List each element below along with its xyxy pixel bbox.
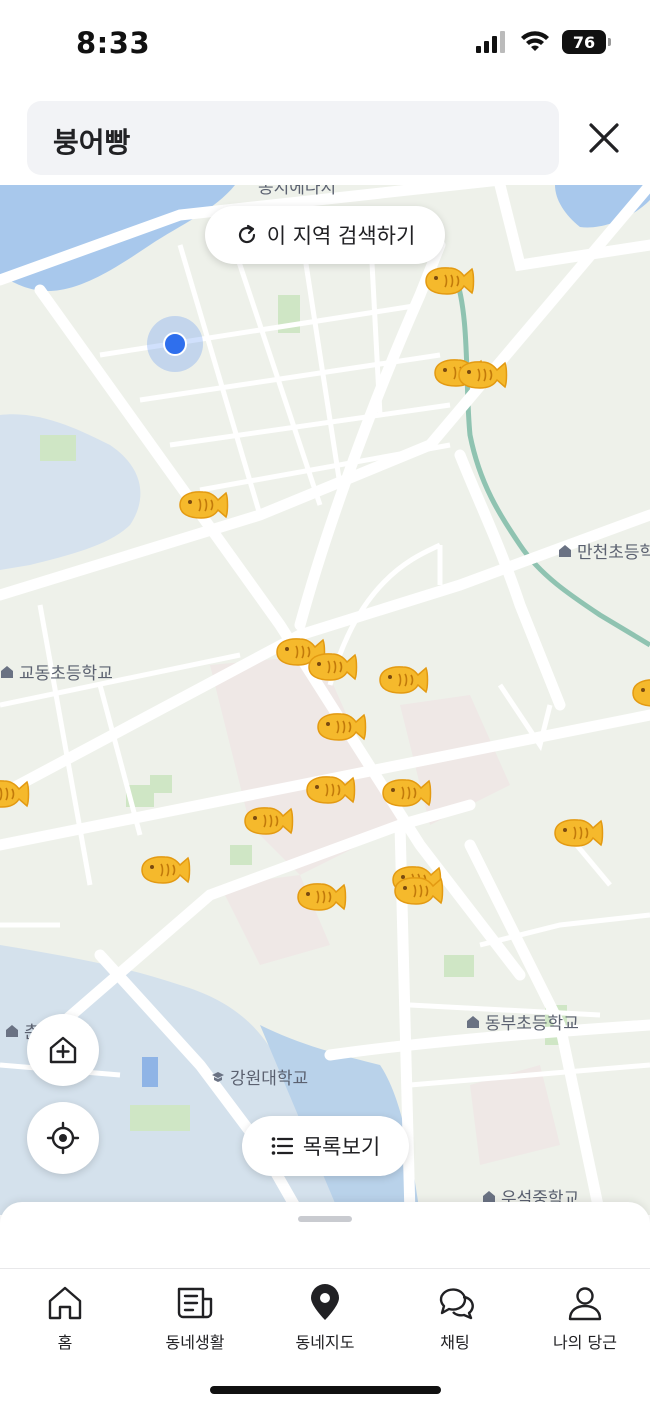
crosshair-icon	[46, 1121, 80, 1155]
school-icon	[1, 665, 13, 678]
map-view[interactable]: 봉지에나지 교동초등학교 만천초등학 춘 등학교 강원대학교 동부초등학교 우석…	[0, 185, 650, 1215]
status-time: 8:33	[76, 26, 151, 60]
map-label-top: 봉지에나지	[258, 185, 337, 198]
bungeoppang-marker[interactable]	[139, 853, 191, 887]
tab-chat[interactable]: 채팅	[400, 1283, 510, 1353]
school-icon	[559, 544, 571, 557]
list-view-button[interactable]: 목록보기	[242, 1116, 409, 1176]
map-label-text: 동부초등학교	[485, 1014, 579, 1034]
map-label-text: 교동초등학교	[19, 664, 113, 684]
tab-label: 나의 당근	[553, 1333, 617, 1352]
bungeoppang-marker[interactable]	[377, 663, 429, 697]
signal-icon	[476, 31, 505, 53]
map-base	[0, 185, 650, 1215]
tab-label: 동네생활	[165, 1333, 225, 1352]
close-icon[interactable]	[584, 118, 624, 158]
bungeoppang-marker[interactable]	[242, 804, 294, 838]
map-label-text: 만천초등학	[577, 543, 650, 563]
tab-my-profile[interactable]: 나의 당근	[530, 1283, 640, 1353]
university-icon	[212, 1071, 224, 1082]
search-query: 붕어빵	[53, 126, 131, 159]
bungeoppang-marker[interactable]	[295, 880, 347, 914]
wifi-icon	[521, 31, 549, 51]
home-icon	[48, 1286, 82, 1320]
bungeoppang-marker[interactable]	[177, 488, 229, 522]
tab-label: 채팅	[440, 1333, 470, 1352]
chat-icon	[439, 1288, 474, 1320]
current-location-dot	[147, 316, 203, 372]
map-label-kangwon: 강원대학교	[211, 1064, 308, 1089]
refresh-icon	[238, 224, 255, 244]
bungeoppang-marker[interactable]	[552, 816, 604, 850]
school-icon	[467, 1015, 479, 1028]
map-label-gyodong: 교동초등학교	[0, 659, 113, 684]
search-field[interactable]: 붕어빵	[27, 101, 559, 175]
school-icon	[6, 1024, 18, 1037]
search-this-area-button[interactable]: 이 지역 검색하기	[205, 206, 445, 264]
bungeoppang-marker[interactable]	[304, 773, 356, 807]
status-icons: 76	[476, 30, 611, 54]
bungeoppang-marker[interactable]	[315, 710, 367, 744]
tab-neighborhood-map[interactable]: 동네지도	[270, 1283, 380, 1353]
bungeoppang-marker[interactable]	[456, 358, 508, 392]
house-plus-icon	[49, 1036, 77, 1064]
person-icon	[568, 1287, 602, 1321]
battery-icon: 76	[562, 30, 611, 54]
bungeoppang-marker[interactable]	[0, 777, 30, 811]
map-pin-icon	[311, 1284, 339, 1320]
list-view-label: 목록보기	[302, 1135, 381, 1159]
search-this-area-label: 이 지역 검색하기	[266, 224, 416, 248]
map-label-mancheon: 만천초등학	[558, 538, 650, 563]
sheet-drag-handle[interactable]	[298, 1216, 352, 1222]
map-label-text: 강원대학교	[230, 1069, 309, 1089]
bungeoppang-marker[interactable]	[392, 874, 444, 908]
list-icon	[271, 1137, 293, 1155]
newspaper-icon	[177, 1287, 213, 1319]
home-indicator	[210, 1386, 441, 1394]
bungeoppang-marker[interactable]	[423, 264, 475, 298]
tab-community[interactable]: 동네생활	[140, 1283, 250, 1353]
tab-label: 홈	[57, 1333, 73, 1352]
map-label-dongbu: 동부초등학교	[466, 1009, 579, 1034]
tab-label: 동네지도	[295, 1333, 355, 1352]
bungeoppang-marker[interactable]	[306, 650, 358, 684]
status-bar: 8:33 76	[0, 0, 650, 90]
bungeoppang-marker[interactable]	[380, 776, 432, 810]
add-place-button[interactable]	[27, 1014, 99, 1086]
bungeoppang-marker[interactable]	[630, 676, 650, 710]
my-location-button[interactable]	[27, 1102, 99, 1174]
tab-home[interactable]: 홈	[10, 1283, 120, 1353]
